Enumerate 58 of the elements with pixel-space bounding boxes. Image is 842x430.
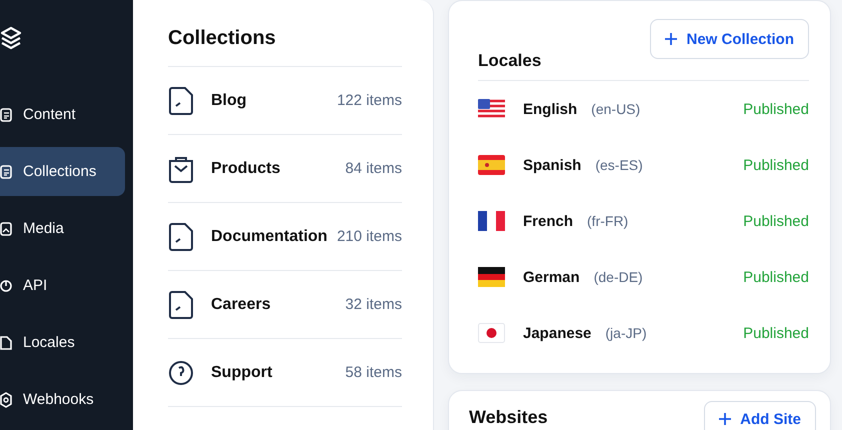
locale-code: (fr-FR) [587,213,628,229]
locale-code: (ja-JP) [605,325,647,341]
collection-row[interactable]: Products 84 items [168,135,402,203]
sidebar-item[interactable]: Webhooks [0,375,125,424]
flag-icon [478,99,505,119]
new-collection-button[interactable]: New Collection [650,19,809,59]
collection-name: Documentation [211,228,328,246]
locale-code: (de-DE) [594,269,643,285]
locale-name: Spanish [523,156,582,174]
status-label: Published [743,212,809,230]
help-icon [168,358,194,386]
add-site-button[interactable]: Add Site [704,401,816,430]
hexagon-icon [0,392,12,408]
status-label: Published [743,324,809,342]
card-title: Websites [469,407,548,427]
collection-name: Support [211,364,272,382]
collection-name: Blog [211,92,247,110]
locale-code: (es-ES) [595,157,643,173]
plus-icon [665,33,678,45]
document-icon [0,164,12,180]
item-count: 122 items [336,92,402,109]
document-icon [0,106,12,122]
layers-icon [0,26,22,50]
file-icon [0,334,12,350]
collection-name: Careers [211,296,271,314]
locale-name: Japanese [523,324,592,342]
flag-icon [478,211,505,231]
flag-icon [478,267,505,287]
status-label: Published [743,100,809,118]
status-label: Published [743,156,809,174]
document-icon [168,290,194,318]
collection-name: Products [211,160,280,178]
panel-title: Collections [168,27,402,67]
collection-row[interactable]: Support 58 items [168,339,402,407]
locale-name: German [523,268,580,286]
sidebar-item[interactable]: Locales [0,318,125,367]
plus-icon [719,413,732,425]
document-icon [168,86,194,114]
locale-name: English [523,100,578,118]
document-icon [168,222,194,250]
collection-row[interactable]: Blog 122 items [168,67,402,135]
flag-icon [478,155,505,175]
sidebar-item[interactable]: Media [0,204,125,253]
item-count: 210 items [336,228,402,245]
item-count: 58 items [345,364,402,381]
collection-row[interactable]: Documentation 210 items [168,203,402,271]
flag-icon [478,323,505,343]
locale-name: French [523,212,574,230]
item-count: 32 items [345,296,402,313]
locale-code: (en-US) [591,101,640,117]
card-title: Locales [478,51,542,71]
collection-row[interactable]: Careers 32 items [168,271,402,339]
bag-icon [168,154,194,182]
sidebar-item[interactable]: Collections [0,147,125,196]
status-label: Published [743,268,809,286]
item-count: 84 items [345,160,402,177]
sidebar-item[interactable]: Content [0,90,125,139]
sidebar-item[interactable]: API [0,261,125,310]
